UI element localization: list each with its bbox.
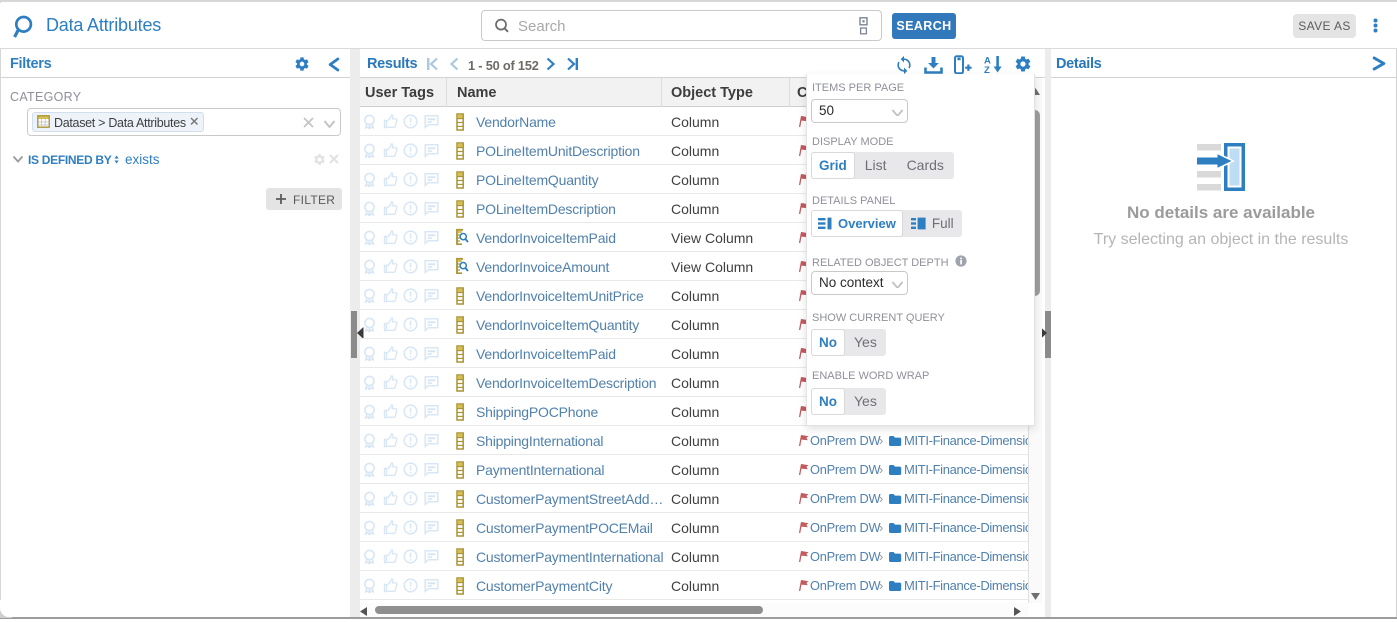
svg-text:Z: Z — [984, 65, 990, 74]
